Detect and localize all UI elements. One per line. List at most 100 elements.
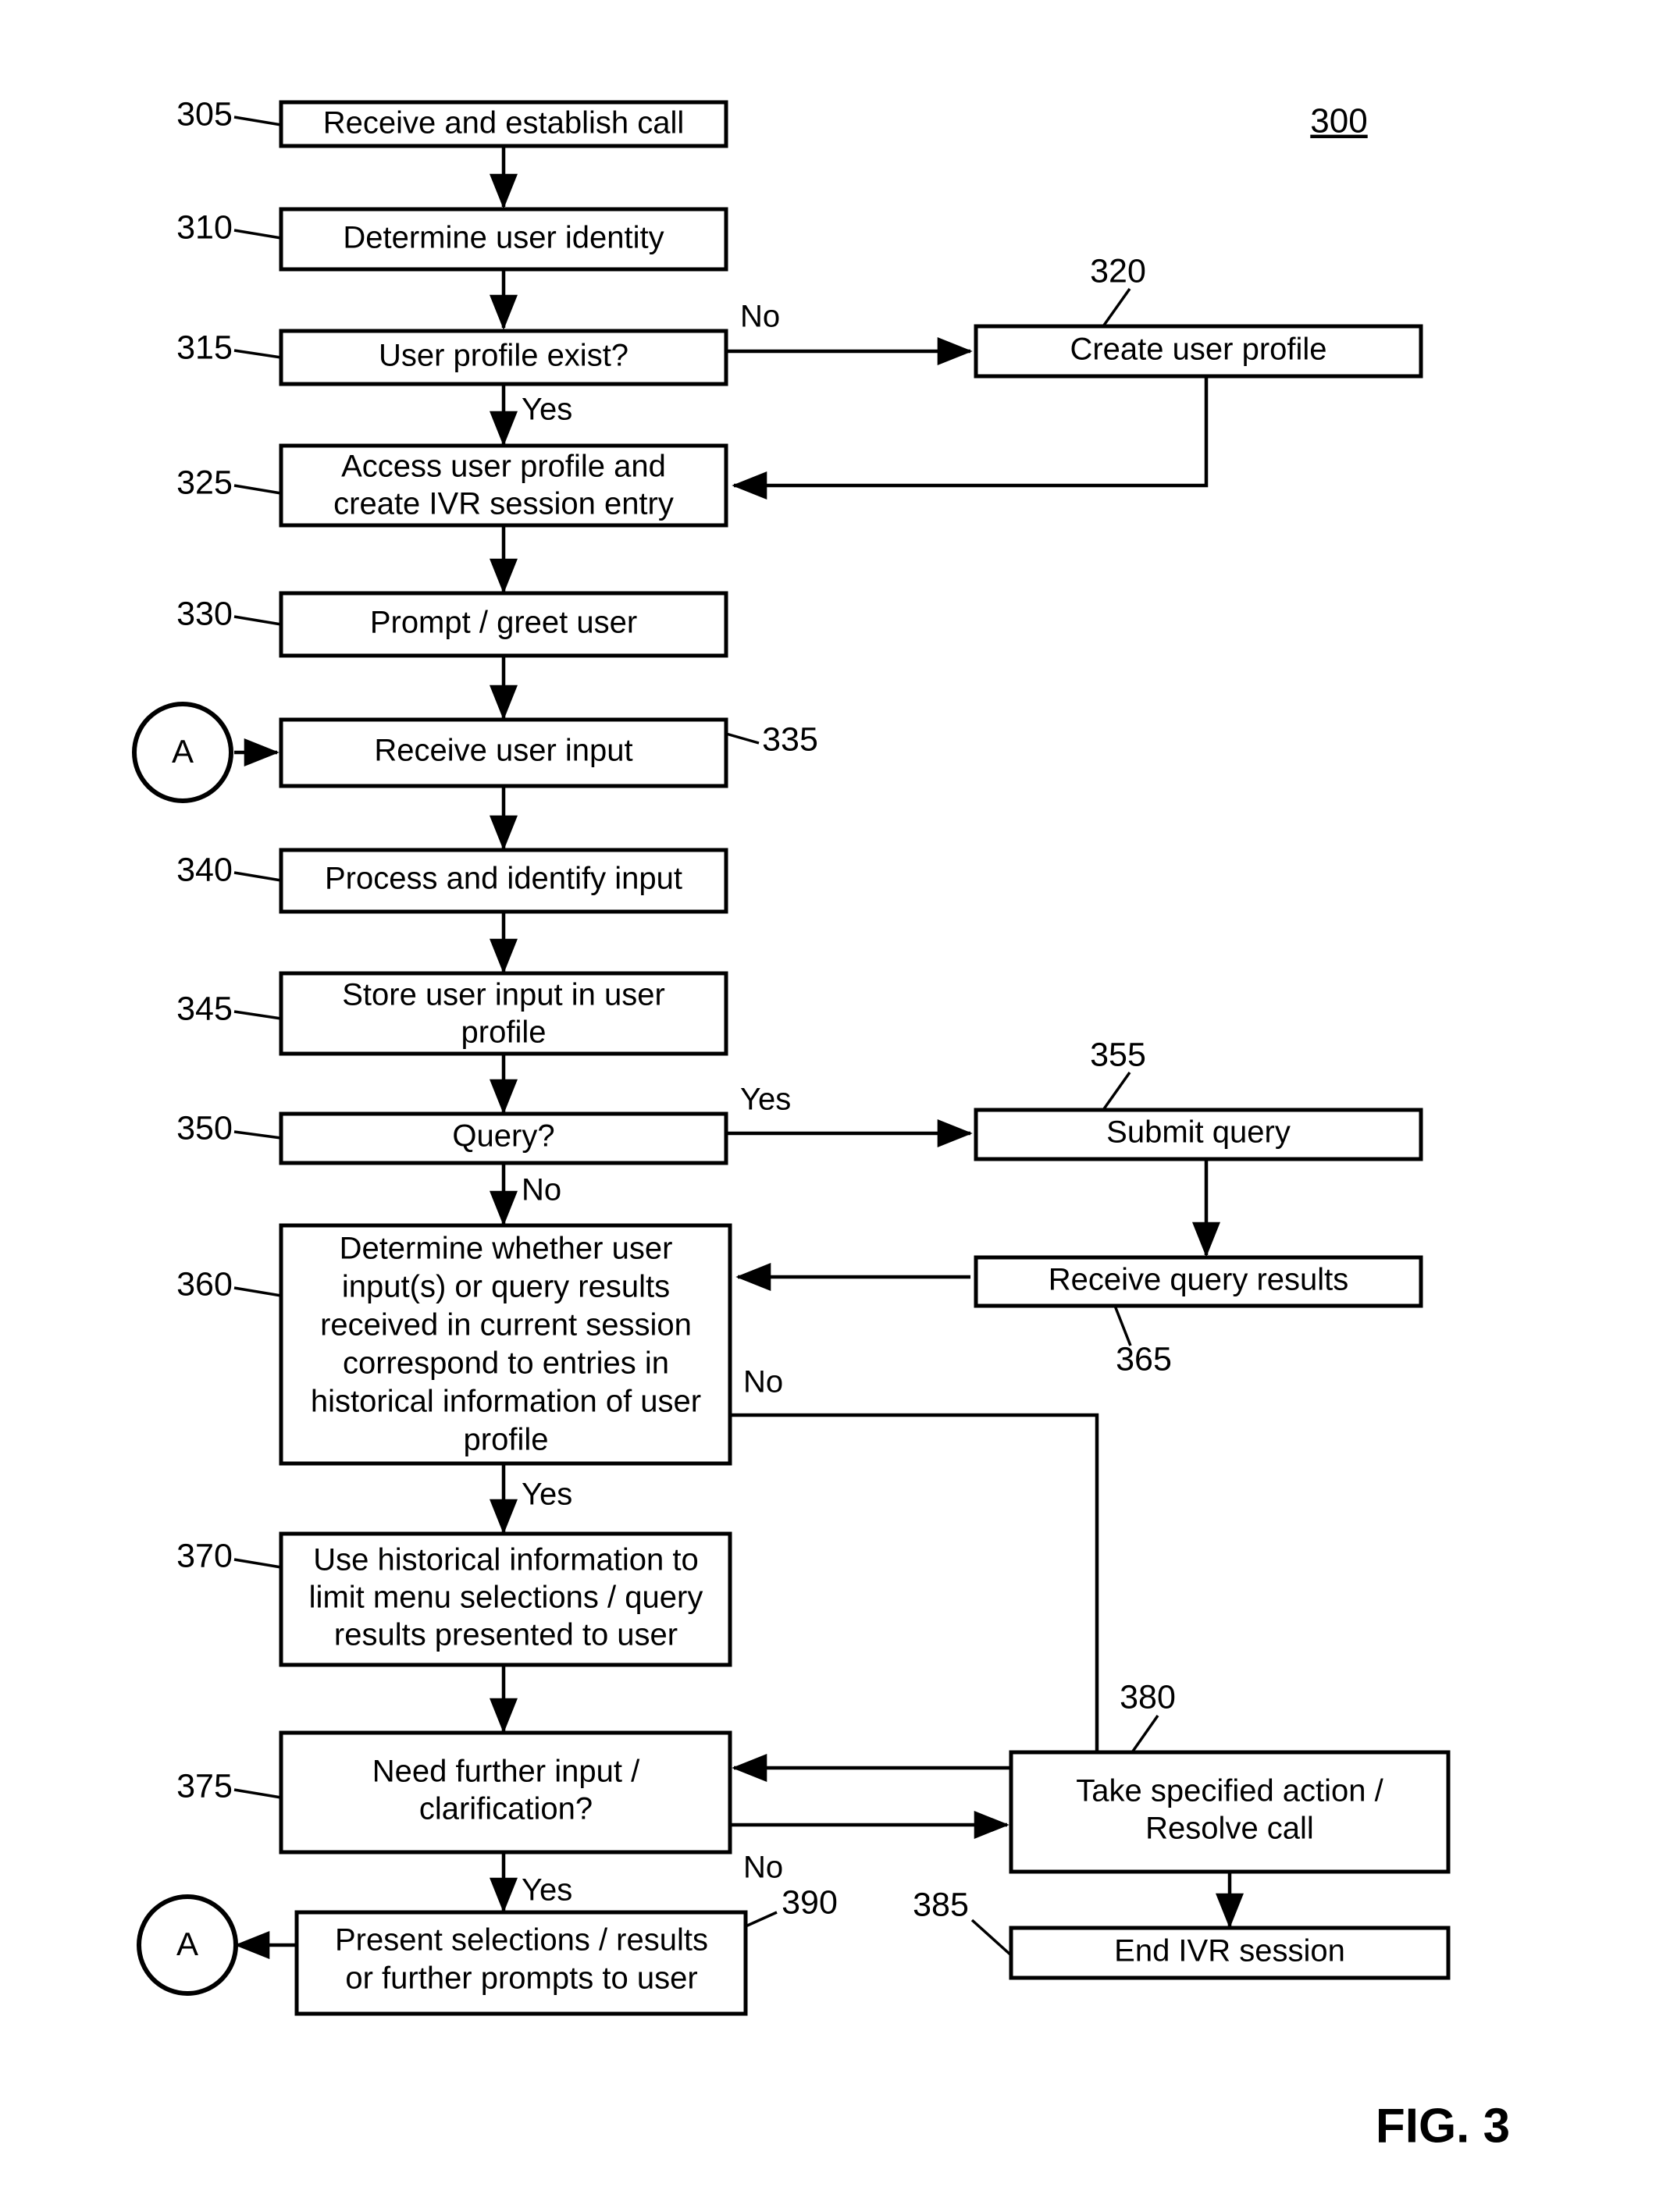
node-345-label-line2: profile	[461, 1015, 547, 1050]
node-305-label: Receive and establish call	[323, 106, 684, 140]
node-315-ref: 315	[176, 329, 233, 366]
node-360-label-line5: historical information of user	[311, 1385, 701, 1419]
node-365-ref: 365	[1116, 1340, 1172, 1378]
node-310: Determine user identity 310	[176, 207, 728, 272]
node-360-label-line6: profile	[464, 1423, 549, 1457]
connector-a-bottom: A	[137, 1894, 238, 1996]
node-355: Submit query 355	[974, 1036, 1423, 1161]
node-335-leader	[725, 732, 760, 745]
node-330-label: Prompt / greet user	[370, 606, 637, 640]
branch-label-315-no: No	[740, 300, 780, 334]
node-305-ref: 305	[176, 95, 233, 133]
branch-label-315-yes: Yes	[522, 393, 572, 427]
node-345-ref: 345	[176, 990, 233, 1027]
diagram-number: 300	[1310, 102, 1367, 140]
node-320-ref: 320	[1090, 252, 1146, 290]
node-375: Need further input / clarification? 375	[176, 1730, 732, 1855]
node-370-label-line2: limit menu selections / query	[309, 1581, 703, 1615]
node-380-ref: 380	[1120, 1678, 1176, 1716]
node-340-leader	[233, 871, 282, 882]
node-320: Create user profile 320	[974, 252, 1423, 379]
node-380: Take specified action / Resolve call 380	[1009, 1678, 1451, 1874]
node-390-ref: 390	[782, 1883, 838, 1921]
edge-320-to-325	[732, 376, 1209, 500]
node-350-ref: 350	[176, 1109, 233, 1147]
connector-a-top: A	[132, 702, 233, 803]
node-360: Determine whether user input(s) or query…	[176, 1223, 732, 1466]
node-385-leader	[970, 1919, 1013, 1957]
branch-label-375-yes: Yes	[522, 1873, 572, 1908]
node-345: Store user input in user profile 345	[176, 971, 728, 1056]
node-335-label: Receive user input	[374, 734, 632, 768]
node-385-label: End IVR session	[1114, 1934, 1345, 1968]
branch-label-360-yes: Yes	[522, 1478, 572, 1512]
node-350-label: Query?	[452, 1119, 554, 1154]
node-310-leader	[233, 229, 282, 240]
node-385: End IVR session 385	[913, 1886, 1451, 1980]
node-360-ref: 360	[176, 1265, 233, 1303]
node-325: Access user profile and create IVR sessi…	[176, 443, 728, 528]
node-320-leader	[1102, 287, 1131, 328]
edge-360-no-to-380	[730, 1413, 1099, 1751]
node-315-leader	[233, 349, 282, 359]
node-390-label-line2: or further prompts to user	[345, 1961, 697, 1996]
branch-label-360-no: No	[743, 1365, 783, 1399]
node-370-label-line1: Use historical information to	[313, 1543, 699, 1577]
node-340-ref: 340	[176, 851, 233, 888]
node-355-ref: 355	[1090, 1036, 1146, 1073]
node-330-ref: 330	[176, 595, 233, 632]
node-360-label-line2: input(s) or query results	[342, 1270, 670, 1304]
node-325-label-line2: create IVR session entry	[333, 487, 674, 521]
node-330-leader	[233, 615, 282, 626]
node-305-leader	[233, 116, 282, 126]
node-370-label-line3: results presented to user	[334, 1618, 678, 1652]
node-385-ref: 385	[913, 1886, 969, 1923]
node-350-leader	[233, 1130, 282, 1140]
node-375-label-line2: clarification?	[419, 1792, 593, 1826]
node-355-leader	[1102, 1071, 1131, 1111]
node-380-leader	[1131, 1714, 1159, 1754]
node-335-ref: 335	[762, 720, 818, 758]
node-370: Use historical information to limit menu…	[176, 1531, 732, 1667]
node-370-leader	[233, 1558, 282, 1569]
node-330: Prompt / greet user 330	[176, 591, 728, 658]
node-365: Receive query results 365	[974, 1255, 1423, 1378]
node-375-ref: 375	[176, 1767, 233, 1805]
node-305: Receive and establish call 305	[176, 95, 728, 148]
figure-caption: FIG. 3	[1376, 2099, 1510, 2153]
connector-a-top-label: A	[172, 733, 194, 770]
branch-label-350-yes: Yes	[740, 1083, 791, 1117]
connector-a-bottom-label: A	[176, 1926, 198, 1962]
node-365-leader	[1113, 1305, 1132, 1346]
node-360-label-line4: correspond to entries in	[343, 1346, 669, 1381]
node-365-label: Receive query results	[1049, 1263, 1349, 1297]
node-310-label: Determine user identity	[343, 221, 664, 255]
node-315-label: User profile exist?	[379, 339, 628, 373]
node-345-label-line1: Store user input in user	[342, 978, 665, 1012]
node-375-label-line1: Need further input /	[372, 1755, 640, 1789]
node-375-leader	[233, 1788, 282, 1799]
node-325-label-line1: Access user profile and	[341, 450, 666, 484]
node-360-label-line1: Determine whether user	[340, 1232, 673, 1266]
node-310-ref: 310	[176, 208, 233, 246]
node-380-label-line2: Resolve call	[1145, 1812, 1314, 1846]
node-325-leader	[233, 484, 282, 495]
node-340: Process and identify input 340	[176, 848, 728, 914]
branch-label-375-no: No	[743, 1851, 783, 1885]
node-370-ref: 370	[176, 1537, 233, 1574]
node-345-leader	[233, 1010, 282, 1020]
node-360-label-line3: received in current session	[320, 1308, 692, 1342]
node-390-label-line1: Present selections / results	[335, 1923, 708, 1958]
patent-figure: Receive and establish call 305 Determine…	[0, 0, 1670, 2212]
node-355-label: Submit query	[1106, 1115, 1291, 1150]
node-340-label: Process and identify input	[325, 862, 682, 896]
node-335: Receive user input 335	[279, 717, 818, 788]
branch-label-350-no: No	[522, 1173, 561, 1207]
node-380-label-line1: Take specified action /	[1076, 1774, 1383, 1808]
node-315: User profile exist? 315	[176, 329, 728, 386]
node-325-ref: 325	[176, 464, 233, 501]
node-360-leader	[233, 1286, 282, 1297]
node-390-leader	[745, 1911, 778, 1928]
node-350: Query? 350	[176, 1109, 728, 1165]
node-320-label: Create user profile	[1070, 333, 1326, 367]
